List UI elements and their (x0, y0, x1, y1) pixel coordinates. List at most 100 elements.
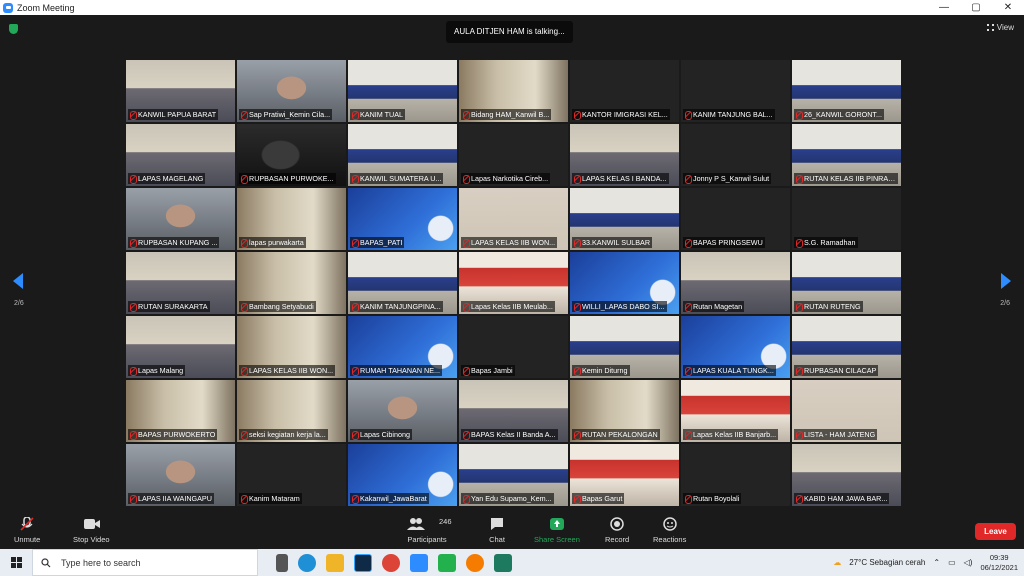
video-camera-icon (83, 517, 101, 531)
participant-video-tile[interactable]: LAPAS KUALA TUNGK... (681, 316, 790, 378)
meeting-stage: AULA DITJEN HAM is talking... View 2/6 2… (0, 15, 1024, 511)
participant-video-tile[interactable]: KABID HAM JAWA BAR... (792, 444, 901, 506)
participant-video-tile[interactable]: RUPBASAN KUPANG ... (126, 188, 235, 250)
stop-video-button[interactable]: Stop Video (73, 517, 110, 544)
participant-video-tile[interactable]: lapas purwakarta (237, 188, 346, 250)
participant-video-tile[interactable]: Lapas Narkotika Cireb... (459, 124, 568, 186)
volume-icon[interactable]: ◁) (964, 558, 973, 567)
participant-video-tile[interactable]: Lapas Cibinong (348, 380, 457, 442)
participant-name-label: Bambang Setyabudi (239, 301, 316, 312)
view-button[interactable]: View (986, 23, 1014, 32)
participant-video-tile[interactable]: RUTAN RUTENG (792, 252, 901, 314)
maximize-button[interactable]: ▢ (960, 0, 992, 15)
edge-browser-icon[interactable] (298, 553, 316, 572)
participant-name-label: Lapas Kelas IIB Meulab... (461, 301, 555, 312)
participant-video-tile[interactable]: LAPAS KELAS IIB WON... (237, 316, 346, 378)
green-app-icon[interactable] (438, 553, 456, 572)
participant-video-tile[interactable]: 26_KANWIL GORONT... (792, 60, 901, 122)
zoom-app-icon[interactable] (410, 553, 428, 572)
participant-video-tile[interactable]: Bapas Garut (570, 444, 679, 506)
participants-button[interactable]: 246 Participants (407, 517, 452, 544)
participant-video-tile[interactable]: RUTAN KELAS IIB PINRANG (792, 124, 901, 186)
participant-video-tile[interactable]: BAPAS Kelas II Banda A... (459, 380, 568, 442)
participant-video-tile[interactable]: RUPBASAN PURWOKE... (237, 124, 346, 186)
participant-name-label: KABID HAM JAWA BAR... (794, 493, 890, 504)
next-page-arrow-icon[interactable] (1001, 273, 1011, 289)
participant-video-tile[interactable]: Kakanwil_JawaBarat (348, 444, 457, 506)
reactions-button[interactable]: Reactions (653, 517, 686, 544)
participant-video-tile[interactable]: Bambang Setyabudi (237, 252, 346, 314)
participant-video-tile[interactable]: seksi kegiatan kerja la... (237, 380, 346, 442)
previous-page-arrow-icon[interactable] (13, 273, 23, 289)
chat-bubble-icon (489, 517, 505, 531)
participant-name-label: Bapas Jambi (461, 365, 515, 376)
participant-video-tile[interactable]: KANIM TUAL (348, 60, 457, 122)
chat-button[interactable]: Chat (489, 517, 505, 544)
participant-video-tile[interactable]: Lapas Kelas IIB Meulab... (459, 252, 568, 314)
participant-video-tile[interactable]: KANIM TANJUNG BAL... (681, 60, 790, 122)
chrome-browser-icon[interactable] (382, 553, 400, 572)
participant-name-label: LAPAS MAGELANG (128, 173, 206, 184)
participant-name-label: Rutan Magetan (683, 301, 745, 312)
record-icon (609, 517, 625, 531)
tray-chevron-icon[interactable]: ⌃ (933, 558, 940, 567)
participant-video-tile[interactable]: Kemin Diturng (570, 316, 679, 378)
participant-name-label: Lapas Cibinong (350, 429, 412, 440)
talking-indicator: AULA DITJEN HAM is talking... (446, 21, 573, 43)
stop-video-label: Stop Video (73, 535, 110, 544)
record-button[interactable]: Record (605, 517, 629, 544)
close-button[interactable]: ✕ (992, 0, 1024, 15)
weather-text[interactable]: 27°C Sebagian cerah (849, 558, 925, 567)
unmute-button[interactable]: Unmute (14, 516, 40, 544)
participant-video-tile[interactable]: KANWIL SUMATERA U... (348, 124, 457, 186)
participant-video-tile[interactable]: LAPAS MAGELANG (126, 124, 235, 186)
participant-video-tile[interactable]: LAPAS KELAS IIB WON... (459, 188, 568, 250)
participant-video-tile[interactable]: LISTA - HAM JATENG (792, 380, 901, 442)
participant-video-tile[interactable]: Rutan Boyolali (681, 444, 790, 506)
participant-name-label: KANTOR IMIGRASI KEL... (572, 109, 670, 120)
participant-video-tile[interactable]: Bidang HAM_Kanwil B... (459, 60, 568, 122)
participant-video-tile[interactable]: RUTAN SURAKARTA (126, 252, 235, 314)
teal-app-icon[interactable] (494, 553, 512, 572)
participant-video-tile[interactable]: S.G. Ramadhan (792, 188, 901, 250)
participant-video-tile[interactable]: Lapas Malang (126, 316, 235, 378)
task-view-icon[interactable] (276, 553, 288, 572)
file-explorer-icon[interactable] (326, 553, 344, 572)
participant-video-tile[interactable]: LAPAS KELAS I BANDA... (570, 124, 679, 186)
network-icon[interactable]: ▭ (948, 558, 956, 567)
participant-video-tile[interactable]: Rutan Magetan (681, 252, 790, 314)
participant-name-label: RUPBASAN CILACAP (794, 365, 879, 376)
system-tray: ☁ 27°C Sebagian cerah ⌃ ▭ ◁) 09:39 06/12… (833, 549, 1018, 576)
participant-video-tile[interactable]: KANIM TANJUNGPINA... (348, 252, 457, 314)
participant-video-tile[interactable]: BAPAS PRINGSEWU (681, 188, 790, 250)
participant-name-label: Kemin Diturng (572, 365, 630, 376)
participant-video-tile[interactable]: KANWIL PAPUA BARAT (126, 60, 235, 122)
participant-name-label: KANIM TUAL (350, 109, 406, 120)
page-indicator-right: 2/6 (1000, 300, 1010, 307)
windows-start-icon[interactable] (0, 549, 32, 576)
participant-video-tile[interactable]: Lapas Kelas IIB Banjarb... (681, 380, 790, 442)
participant-video-tile[interactable]: RUPBASAN CILACAP (792, 316, 901, 378)
participant-video-tile[interactable]: RUMAH TAHANAN NE... (348, 316, 457, 378)
participant-video-tile[interactable]: Kanim Mataram (237, 444, 346, 506)
participant-video-tile[interactable]: BAPAS_PATI (348, 188, 457, 250)
participant-video-tile[interactable]: 33.KANWIL SULBAR (570, 188, 679, 250)
participant-video-tile[interactable]: LAPAS IIA WAINGAPU (126, 444, 235, 506)
taskbar-search-input[interactable]: Type here to search (32, 549, 258, 576)
photoshop-icon[interactable] (354, 553, 372, 572)
participant-video-tile[interactable]: Sap Pratiwi_Kemin Cila... (237, 60, 346, 122)
participant-video-tile[interactable]: KANTOR IMIGRASI KEL... (570, 60, 679, 122)
participant-video-tile[interactable]: WILLI_LAPAS DABO SI... (570, 252, 679, 314)
participant-video-tile[interactable]: Jonny P S_Kanwil Sulut (681, 124, 790, 186)
participant-video-tile[interactable]: RUTAN PEKALONGAN (570, 380, 679, 442)
leave-button[interactable]: Leave (975, 523, 1016, 540)
participant-video-tile[interactable]: Bapas Jambi (459, 316, 568, 378)
participant-video-tile[interactable]: BAPAS PURWOKERTO (126, 380, 235, 442)
minimize-button[interactable]: — (928, 0, 960, 15)
share-screen-button[interactable]: Share Screen (534, 517, 580, 544)
participant-video-tile[interactable]: Yan Edu Supamo_Kem... (459, 444, 568, 506)
chat-label: Chat (489, 535, 505, 544)
security-shield-icon[interactable] (9, 24, 18, 34)
orange-app-icon[interactable] (466, 553, 484, 572)
clock[interactable]: 09:39 06/12/2021 (980, 553, 1018, 573)
